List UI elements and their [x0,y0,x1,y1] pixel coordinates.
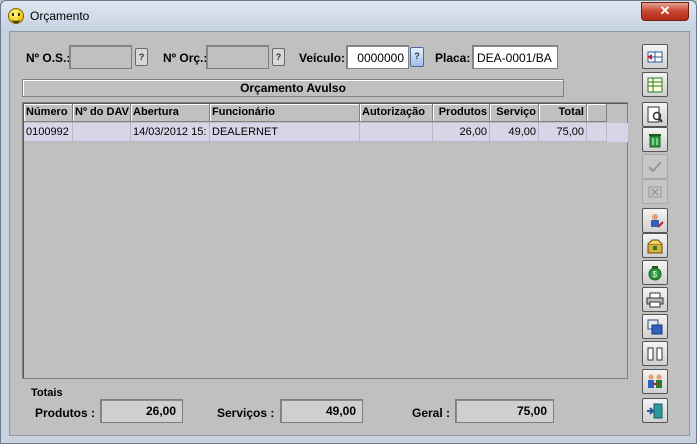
client-area: Nº O.S.: ? Nº Orç.: ? Veículo: 0000000 ?… [9,31,690,436]
new-line-icon [647,51,663,63]
orc-lookup-button[interactable]: ? [272,48,285,66]
cell-funcionario: DEALERNET [210,123,360,142]
copy-button[interactable] [642,314,668,339]
totals-title: Totais [31,387,63,399]
col-produtos[interactable]: Produtos [433,104,490,122]
box-icon [647,239,663,254]
preview-button[interactable] [642,102,668,127]
grid-add-button[interactable] [642,72,668,97]
cell-dav [73,123,131,142]
orcamento-window: Orçamento ✕ Nº O.S.: ? Nº Orç.: ? Veícul… [0,0,697,444]
edit-person-icon [651,214,664,228]
col-total[interactable]: Total [539,104,587,122]
smiley-app-icon [8,8,24,24]
veiculo-lookup-button[interactable]: ? [410,47,424,67]
totals-produtos-value: 26,00 [100,399,183,423]
cancel-icon [648,186,662,198]
svg-text:$: $ [653,270,658,279]
col-servico[interactable]: Serviço [490,104,539,122]
print-button[interactable] [642,287,668,312]
exit-button[interactable] [642,398,668,423]
orc-number-field[interactable] [206,45,269,69]
transfer-button[interactable] [642,369,668,394]
title-bar: Orçamento ✕ [1,1,696,31]
os-lookup-button[interactable]: ? [135,48,148,66]
cell-total: 75,00 [539,123,587,142]
delete-button[interactable] [642,127,668,152]
cell-produtos: 26,00 [433,123,490,142]
money-bag-icon: $ [648,266,662,281]
cancel-approval-button[interactable] [642,179,668,204]
grid-header: Número Nº do DAV Abertura Funcionário Au… [24,104,628,122]
approve-button[interactable] [642,154,668,179]
col-funcionario[interactable]: Funcionário [210,104,360,122]
close-button[interactable]: ✕ [641,2,689,21]
cell-abertura: 14/03/2012 15: [131,123,210,142]
section-title: Orçamento Avulso [22,79,564,97]
columns-button[interactable] [642,341,668,366]
os-label: Nº O.S.: [26,51,71,65]
transfer-icon [648,374,662,388]
new-line-button[interactable] [642,44,668,69]
col-dav[interactable]: Nº do DAV [73,104,131,122]
cell-autorizacao [360,123,433,142]
veiculo-label: Veículo: [299,51,346,65]
copy-icon [647,319,663,335]
totals-geral-label: Geral : [412,406,451,420]
columns-icon [647,347,663,361]
cell-servico: 49,00 [490,123,539,142]
col-autorizacao[interactable]: Autorização [360,104,433,122]
totals-servicos-label: Serviços : [217,406,275,420]
cell-extra [587,123,607,142]
cell-numero: 0100992 [24,123,73,142]
table-row[interactable]: 0100992 14/03/2012 15: DEALERNET 26,00 4… [24,123,628,142]
trash-icon [649,134,661,148]
window-title: Orçamento [30,9,90,23]
os-number-field[interactable] [69,45,132,69]
veiculo-field[interactable]: 0000000 [346,45,409,69]
exit-door-icon [647,403,663,419]
placa-field[interactable]: DEA-0001/BA [472,45,558,69]
print-icon [646,292,664,308]
placa-label: Placa: [435,51,471,65]
totals-produtos-label: Produtos : [35,406,95,420]
col-extra [587,104,607,122]
budget-grid[interactable]: Número Nº do DAV Abertura Funcionário Au… [22,102,628,379]
edit-person-button[interactable] [642,208,668,233]
col-abertura[interactable]: Abertura [131,104,210,122]
totals-servicos-value: 49,00 [280,399,363,423]
col-numero[interactable]: Número [24,104,73,122]
totals-geral-value: 75,00 [455,399,554,423]
grid-add-icon [647,77,663,93]
orc-label: Nº Orç.: [163,51,208,65]
veiculo-value: 0000000 [357,51,404,65]
check-icon [648,161,662,173]
placa-value: DEA-0001/BA [477,51,552,65]
preview-icon [647,106,663,123]
box-button[interactable] [642,233,668,258]
money-button[interactable]: $ [642,260,668,285]
